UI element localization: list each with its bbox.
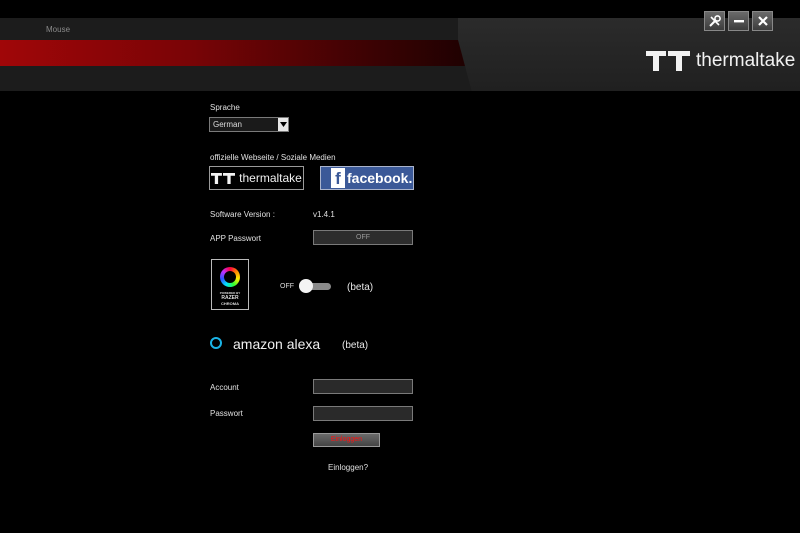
facebook-button-label: facebook. <box>347 170 413 186</box>
nav-tab-mouse[interactable]: Mouse <box>46 25 70 34</box>
wrench-icon <box>708 15 721 27</box>
login-button[interactable]: Einloggen <box>313 433 380 447</box>
thermaltake-button-label: thermaltake <box>239 171 302 185</box>
chroma-ring-icon <box>220 267 240 287</box>
close-button[interactable] <box>752 11 773 31</box>
chroma-chroma: CHROMA <box>221 301 239 306</box>
app-password-label: APP Passwort <box>210 234 261 243</box>
language-select[interactable]: German <box>209 117 289 132</box>
title-bar <box>0 0 800 18</box>
window-controls <box>704 11 773 31</box>
thermaltake-logo-icon <box>646 51 690 71</box>
close-icon <box>757 16 768 26</box>
alexa-logo-text: amazon alexa <box>233 336 321 352</box>
alexa-beta-label: (beta) <box>342 340 369 351</box>
language-selected: German <box>213 120 242 129</box>
facebook-button[interactable]: f facebook. <box>320 166 414 190</box>
header-red-stripe <box>0 40 470 66</box>
brand-logo: thermaltake <box>646 50 795 72</box>
razer-chroma-badge: POWERED BY RAZER CHROMA <box>211 259 249 310</box>
brand-name: thermaltake <box>696 50 796 71</box>
language-label: Sprache <box>210 103 240 112</box>
minimize-button[interactable] <box>728 11 749 31</box>
software-version-value: v1.4.1 <box>313 210 335 219</box>
account-label: Account <box>210 383 239 392</box>
login-link[interactable]: Einloggen? <box>328 463 368 472</box>
password-input[interactable] <box>313 406 413 421</box>
account-input[interactable] <box>313 379 413 394</box>
social-label: offizielle Webseite / Soziale Medien <box>210 153 336 162</box>
settings-button[interactable] <box>704 11 725 31</box>
chroma-toggle-label: OFF <box>280 283 294 290</box>
app-password-toggle-button[interactable]: OFF <box>313 230 413 245</box>
chroma-toggle-knob[interactable] <box>299 279 313 293</box>
password-label: Passwort <box>210 409 243 418</box>
alexa-ring-icon <box>210 337 222 349</box>
software-version-label: Software Version : <box>210 210 275 219</box>
chroma-beta-label: (beta) <box>347 282 374 293</box>
minimize-icon <box>733 20 744 23</box>
thermaltake-website-button[interactable]: thermaltake <box>209 166 304 190</box>
thermaltake-logo-icon <box>211 172 236 184</box>
facebook-icon: f <box>331 168 345 188</box>
chevron-down-icon <box>278 118 288 131</box>
